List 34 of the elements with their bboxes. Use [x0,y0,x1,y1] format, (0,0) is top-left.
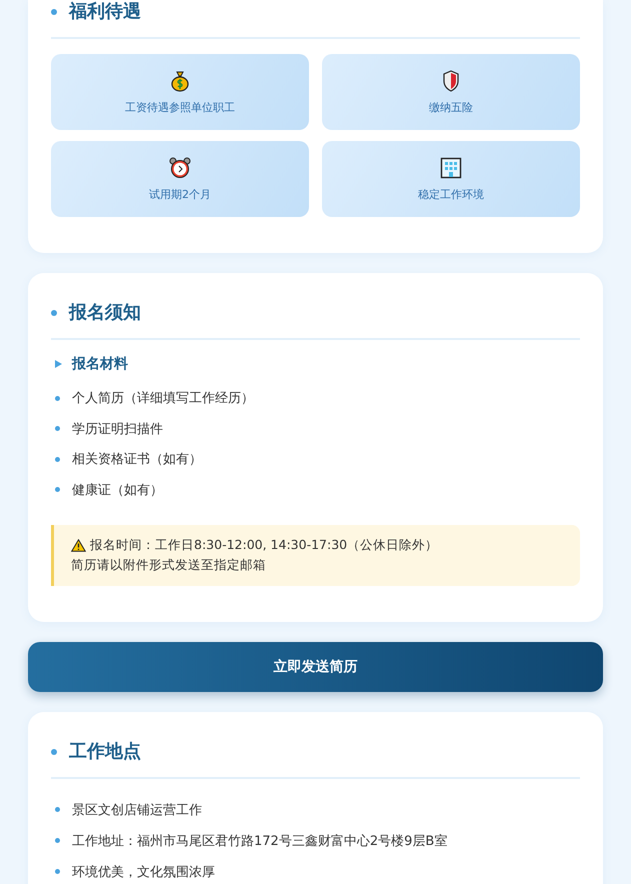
list-item: 景区文创店铺运营工作 [72,802,202,818]
list-item: 健康证（如有） [72,482,163,499]
warning-icon [71,539,86,552]
shield-icon [442,70,460,92]
list-item: 个人简历（详细填写工作经历） [72,390,254,408]
subheading: 报名材料 [72,355,128,373]
send-resume-button[interactable]: 立即发送简历 [28,642,603,692]
bullet-icon [51,749,57,755]
section-title: 福利待遇 [69,0,141,24]
triangle-icon [55,360,62,368]
bullet-icon [51,310,57,316]
building-icon [440,156,462,178]
bullet-icon [55,869,60,874]
benefit-label: 工资待遇参照单位职工 [125,100,235,114]
bullet-icon [55,396,60,401]
section-title: 工作地点 [69,740,141,764]
list-item: 相关资格证书（如有） [72,451,202,468]
section-title: 报名须知 [69,301,141,325]
bullet-icon [55,807,60,812]
money-bag-icon [170,70,190,92]
bullet-icon [55,456,60,462]
benefit-label: 试用期2个月 [149,186,211,202]
list-item: 工作地址：福州市马尾区君竹路172号三鑫财富中心2号楼9层B室 [72,832,448,850]
benefit-label: 缴纳五险 [429,100,473,114]
list-item: 学历证明扫描件 [72,420,163,438]
bullet-icon [55,487,60,492]
bullet-icon [51,9,57,15]
notice-text: 简历请以附件形式发送至指定邮箱 [71,557,266,574]
list-item: 环境优美，文化氛围浓厚 [72,864,215,880]
bullet-icon [55,426,60,432]
bullet-icon [55,838,60,843]
notice-text: 报名时间：工作日8:30-12:00, 14:30-17:30（公休日除外） [90,537,438,554]
benefit-label: 稳定工作环境 [418,186,484,202]
alarm-clock-icon [169,156,191,178]
